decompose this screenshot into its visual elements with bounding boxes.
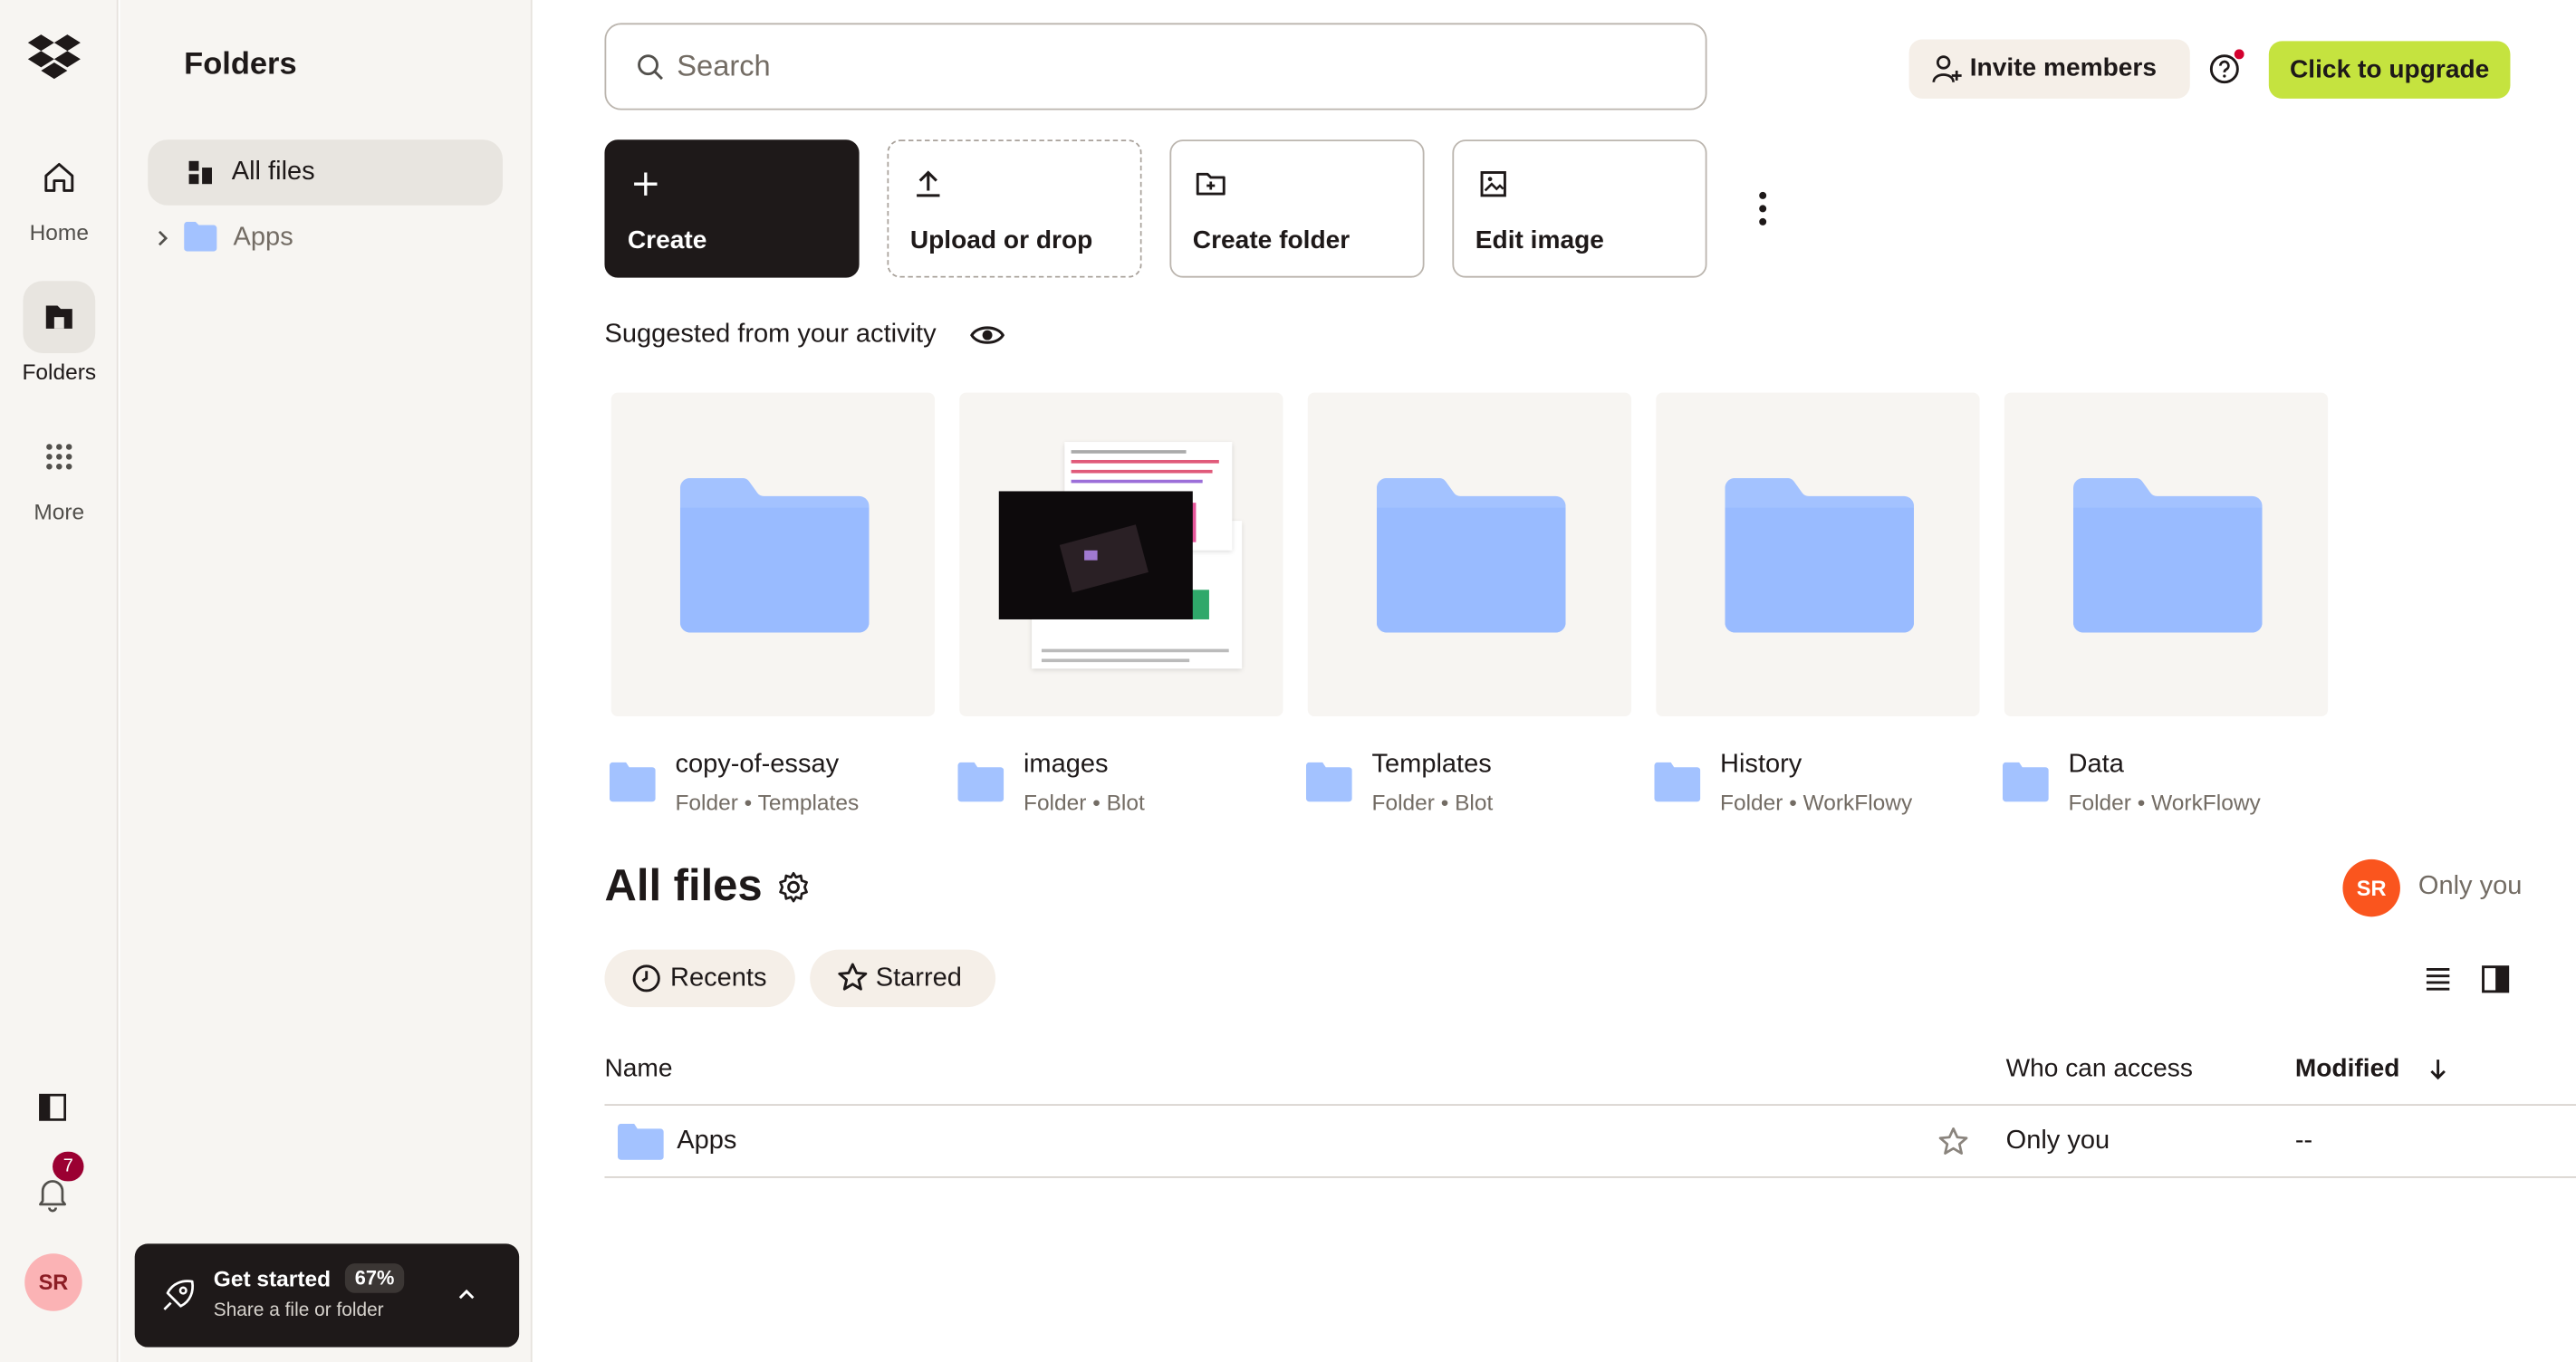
folder-icon: [1376, 477, 1566, 633]
column-modified[interactable]: Modified: [2295, 1055, 2400, 1085]
starred-label: Starred: [875, 964, 962, 993]
image-edit-icon: [1480, 171, 1506, 197]
create-folder-label: Create folder: [1192, 226, 1350, 255]
rail-item-more[interactable]: More: [0, 420, 119, 524]
file-access: Only you: [2005, 1127, 2110, 1156]
suggested-meta: Folder • WorkFlowy: [2068, 790, 2261, 815]
notification-badge: 7: [53, 1151, 84, 1182]
add-user-icon: [1932, 55, 1962, 83]
clock-icon: [632, 964, 660, 993]
invite-label: Invite members: [1969, 53, 2157, 82]
grid-icon: [23, 420, 95, 493]
edit-image-label: Edit image: [1475, 226, 1604, 255]
upload-button[interactable]: Upload or drop: [887, 139, 1142, 278]
home-icon: [23, 141, 95, 214]
search-placeholder: Search: [677, 49, 771, 82]
eye-icon[interactable]: [969, 319, 1005, 351]
rail-label: Home: [29, 220, 89, 245]
column-access[interactable]: Who can access: [2006, 1055, 2193, 1085]
star-icon[interactable]: [1937, 1126, 1969, 1158]
nav-item-all-files[interactable]: All files: [148, 139, 504, 206]
suggested-name[interactable]: copy-of-essay: [675, 751, 839, 781]
folder-icon: [617, 1123, 664, 1160]
rail-label: More: [34, 499, 85, 524]
search-icon: [638, 54, 663, 81]
suggested-card[interactable]: [959, 392, 1283, 717]
column-name[interactable]: Name: [604, 1055, 672, 1085]
all-files-title: All files: [604, 860, 763, 911]
photo-preview: [998, 491, 1193, 619]
file-name[interactable]: Apps: [677, 1127, 736, 1157]
search-input[interactable]: Search: [604, 23, 1707, 110]
recents-label: Recents: [670, 964, 767, 993]
invite-members-button[interactable]: Invite members: [1908, 39, 2190, 99]
list-view-icon[interactable]: [2422, 963, 2455, 995]
sort-down-icon[interactable]: [2427, 1057, 2449, 1083]
avatar[interactable]: SR: [24, 1253, 82, 1311]
table-row[interactable]: [604, 1106, 2576, 1178]
get-started-card[interactable]: Get started 67% Share a file or folder: [134, 1243, 520, 1348]
sharing-status: Only you: [2417, 872, 2523, 901]
chevron-right-icon[interactable]: [154, 228, 170, 248]
rail-label: Folders: [22, 360, 97, 385]
suggested-meta: Folder • Blot: [1371, 790, 1494, 815]
suggested-card[interactable]: [1307, 392, 1632, 717]
folder-icon: [184, 221, 217, 252]
folder-icon: [957, 762, 1004, 802]
suggested-meta: Folder • Templates: [675, 790, 860, 815]
get-started-subtitle: Share a file or folder: [213, 1300, 384, 1321]
suggested-meta: Folder • WorkFlowy: [1720, 790, 1913, 815]
folder-icon: [679, 477, 870, 633]
owner-avatar[interactable]: SR: [2342, 858, 2400, 917]
edit-image-button[interactable]: Edit image: [1452, 139, 1707, 278]
suggested-card[interactable]: [2004, 392, 2329, 717]
rocket-icon: [163, 1280, 194, 1310]
create-label: Create: [627, 226, 707, 255]
create-button[interactable]: Create: [604, 139, 860, 278]
suggested-name[interactable]: Templates: [1372, 751, 1492, 781]
suggested-card[interactable]: [610, 392, 936, 717]
suggested-name[interactable]: History: [1720, 751, 1802, 781]
more-options-icon[interactable]: [1751, 189, 1773, 229]
nav-item-apps[interactable]: Apps: [151, 218, 503, 258]
preview-panel-icon[interactable]: [2479, 963, 2512, 995]
rail-item-folders[interactable]: Folders: [0, 281, 119, 385]
suggested-title: Suggested from your activity: [604, 320, 937, 349]
upload-icon: [917, 170, 940, 197]
divider: [604, 1175, 2576, 1178]
chevron-up-icon[interactable]: [457, 1287, 476, 1303]
suggested-name[interactable]: Data: [2069, 751, 2124, 781]
get-started-title: Get started: [213, 1266, 332, 1291]
folder-icon: [1305, 762, 1352, 802]
folders-icon: [23, 281, 96, 354]
upgrade-button[interactable]: Click to upgrade: [2268, 41, 2511, 99]
suggested-card[interactable]: [1656, 392, 1980, 717]
folder-icon: [2002, 762, 2049, 802]
folder-icon: [609, 762, 656, 802]
upload-label: Upload or drop: [909, 226, 1093, 255]
nav-label: Apps: [233, 223, 293, 252]
star-icon: [838, 963, 868, 991]
folder-icon: [2072, 477, 2263, 633]
dropbox-logo-icon[interactable]: [26, 33, 82, 82]
file-modified: --: [2294, 1127, 2313, 1156]
panel-title: Folders: [184, 47, 297, 82]
suggested-meta: Folder • Blot: [1023, 790, 1145, 815]
sidebar-toggle-icon[interactable]: [38, 1092, 68, 1122]
bell-icon[interactable]: [36, 1176, 69, 1213]
folder-icon: [1725, 477, 1915, 633]
all-files-icon: [188, 160, 212, 185]
help-icon[interactable]: [2208, 49, 2244, 85]
starred-filter[interactable]: Starred: [810, 949, 996, 1008]
get-started-percent: 67%: [344, 1263, 405, 1293]
recents-filter[interactable]: Recents: [604, 949, 795, 1008]
folder-icon: [1654, 762, 1701, 802]
suggested-name[interactable]: images: [1024, 751, 1109, 781]
nav-label: All files: [231, 158, 315, 187]
gear-icon[interactable]: [777, 871, 810, 904]
rail-item-home[interactable]: Home: [0, 141, 119, 245]
create-folder-button[interactable]: Create folder: [1169, 139, 1425, 278]
plus-icon: [634, 172, 658, 196]
folder-plus-icon: [1196, 172, 1226, 196]
